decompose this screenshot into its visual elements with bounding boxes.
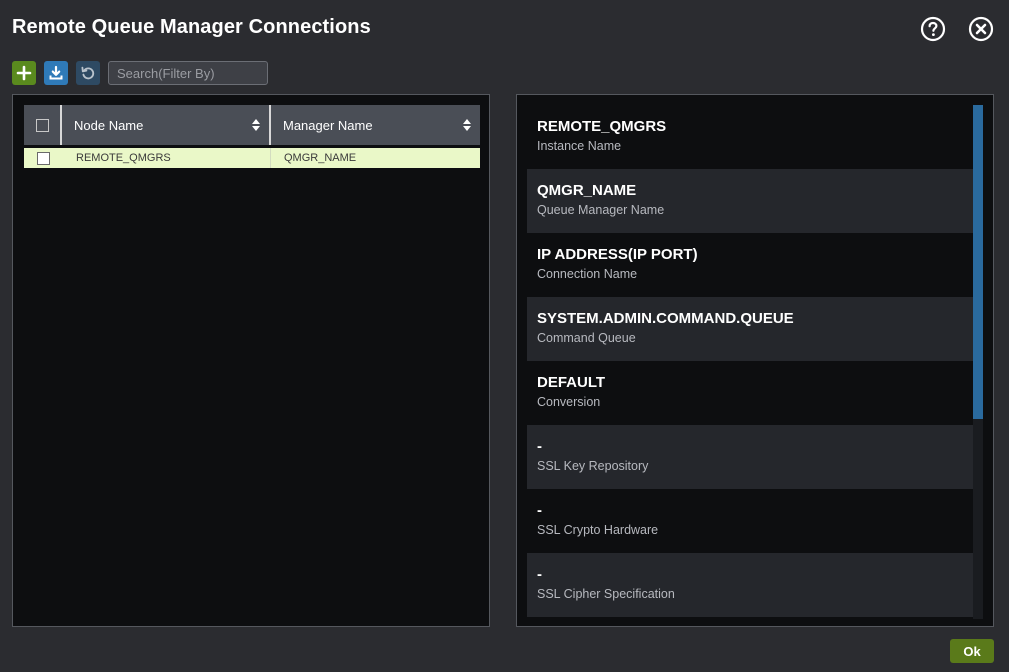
refresh-icon [81,66,95,80]
grid-header: Node Name Manager Name [24,105,480,145]
column-label-node-name: Node Name [74,117,144,133]
detail-label: Conversion [537,395,601,409]
detail-value: QMGR_NAME [537,182,637,199]
detail-value: IP ADDRESS(IP PORT) [537,246,698,263]
detail-label: SSL Crypto Hardware [537,523,659,537]
detail-item-conversion: DEFAULT Conversion [527,361,973,425]
detail-value: - [537,438,542,455]
detail-item-ssl-crypto-hardware: - SSL Crypto Hardware [527,489,973,553]
refresh-button[interactable] [76,61,100,85]
help-icon[interactable] [920,16,946,42]
detail-item-connection-name: IP ADDRESS(IP PORT) Connection Name [527,233,973,297]
detail-item-ssl-cipher-specification: - SSL Cipher Specification [527,553,973,617]
select-all-checkbox[interactable] [35,118,49,132]
remote-qmgr-dialog: Remote Queue Manager Connections Search(… [0,0,1009,672]
column-header-node-name[interactable]: Node Name [62,105,271,145]
detail-value: - [537,566,542,583]
detail-label: SSL Key Repository [537,459,649,473]
detail-label: Command Queue [537,331,636,345]
detail-value: DEFAULT [537,374,606,391]
detail-value: REMOTE_QMGRS [537,118,667,135]
detail-item-command-queue: SYSTEM.ADMIN.COMMAND.QUEUE Command Queue [527,297,973,361]
cell-manager-name: QMGR_NAME [284,152,357,164]
table-row[interactable]: REMOTE_QMGRS QMGR_NAME [24,148,480,168]
search-input[interactable] [108,61,268,85]
column-header-manager-name[interactable]: Manager Name [271,105,480,145]
sort-icon[interactable] [462,118,472,132]
details-list: REMOTE_QMGRS Instance Name QMGR_NAME Que… [527,105,973,617]
download-button[interactable] [44,61,68,85]
add-button[interactable] [12,61,36,85]
detail-value: SYSTEM.ADMIN.COMMAND.QUEUE [537,310,794,327]
close-icon[interactable] [968,16,994,42]
scrollbar-track[interactable] [973,105,983,619]
detail-value: - [537,502,542,519]
row-checkbox[interactable] [36,151,50,165]
detail-label: Queue Manager Name [537,203,665,217]
connections-grid-panel: Node Name Manager Name REMOTE_QMGRS QMGR… [12,94,490,627]
scrollbar-thumb[interactable] [973,105,983,419]
header-checkbox-cell [24,105,62,145]
download-icon [49,65,63,80]
row-checkbox-cell [24,148,62,168]
detail-item-ssl-key-repository: - SSL Key Repository [527,425,973,489]
details-panel: REMOTE_QMGRS Instance Name QMGR_NAME Que… [516,94,994,627]
cell-node-name: REMOTE_QMGRS [62,148,271,168]
dialog-title: Remote Queue Manager Connections [12,16,371,38]
detail-label: SSL Cipher Specification [537,587,675,601]
detail-item-instance-name: REMOTE_QMGRS Instance Name [527,105,973,169]
sort-icon[interactable] [251,118,261,132]
plus-icon [16,65,32,81]
detail-item-queue-manager-name: QMGR_NAME Queue Manager Name [527,169,973,233]
ok-button[interactable]: Ok [950,639,994,663]
detail-label: Instance Name [537,139,622,153]
detail-label: Connection Name [537,267,638,281]
column-label-manager-name: Manager Name [283,117,373,133]
